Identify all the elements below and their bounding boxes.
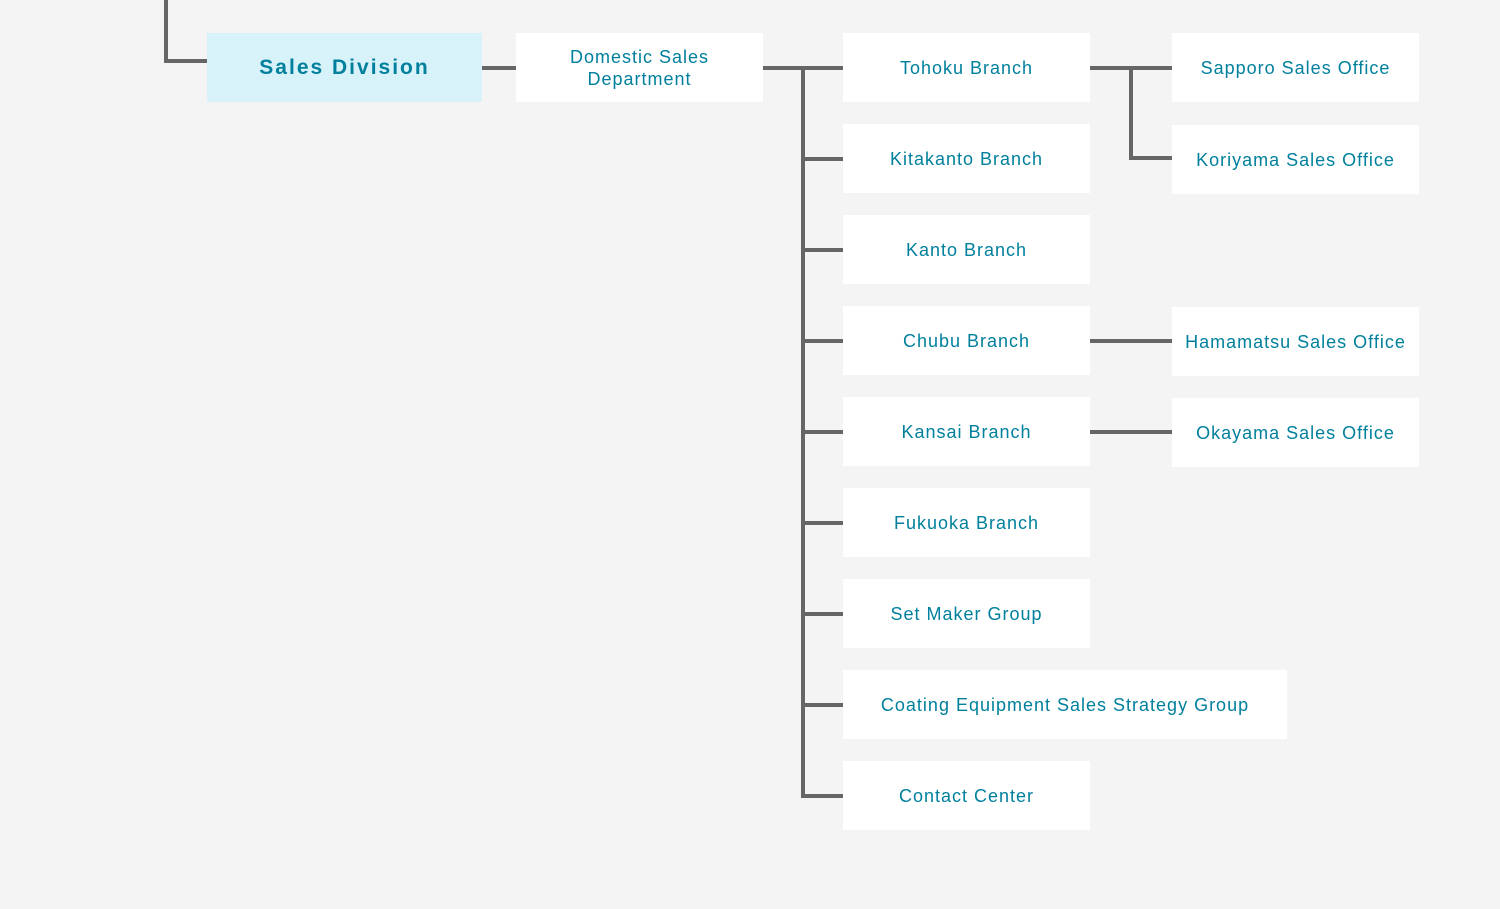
node-label: Contact Center [898,785,1035,806]
node-label: Sales Division [259,55,430,79]
node-fukuoka-branch[interactable]: Fukuoka Branch [843,488,1090,557]
node-kansai-branch[interactable]: Kansai Branch [843,397,1090,466]
connector-line [164,59,207,63]
connector-line [801,339,843,343]
connector-line [1129,156,1172,160]
node-label: Kansai Branch [901,421,1032,442]
node-label: Fukuoka Branch [893,512,1040,533]
connector-line [801,248,843,252]
node-hamamatsu-sales-office[interactable]: Hamamatsu Sales Office [1172,307,1419,376]
node-set-maker-group[interactable]: Set Maker Group [843,579,1090,648]
node-okayama-sales-office[interactable]: Okayama Sales Office [1172,398,1419,467]
node-koriyama-sales-office[interactable]: Koriyama Sales Office [1172,125,1419,194]
connector-line [482,66,516,70]
node-kanto-branch[interactable]: Kanto Branch [843,215,1090,284]
connector-line [164,0,168,63]
connector-line [801,794,843,798]
node-label: Kanto Branch [905,239,1028,260]
connector-line [1129,66,1133,160]
node-label: Hamamatsu Sales Office [1185,331,1406,352]
node-domestic-sales-department[interactable]: Domestic Sales Department [516,33,763,102]
node-label: Okayama Sales Office [1196,422,1395,443]
node-label: Kitakanto Branch [889,148,1044,169]
node-chubu-branch[interactable]: Chubu Branch [843,306,1090,375]
node-label: Tohoku Branch [899,57,1034,78]
node-label: Set Maker Group [890,603,1043,624]
connector-line [801,157,843,161]
connector-line [801,521,843,525]
connector-line [801,703,843,707]
connector-line [801,612,843,616]
connector-line [1090,430,1172,434]
node-kitakanto-branch[interactable]: Kitakanto Branch [843,124,1090,193]
node-label: Sapporo Sales Office [1200,57,1391,78]
connector-line [1090,339,1172,343]
connector-line [801,430,843,434]
node-label: Coating Equipment Sales Strategy Group [880,694,1250,715]
node-label: Koriyama Sales Office [1196,149,1395,170]
node-label: Chubu Branch [902,330,1031,351]
node-sales-division[interactable]: Sales Division [207,33,482,102]
node-tohoku-branch[interactable]: Tohoku Branch [843,33,1090,102]
node-contact-center[interactable]: Contact Center [843,761,1090,830]
node-coating-equipment-sales-strategy-group[interactable]: Coating Equipment Sales Strategy Group [843,670,1287,739]
node-label: Domestic Sales [569,46,710,67]
node-sapporo-sales-office[interactable]: Sapporo Sales Office [1172,33,1419,102]
node-label: Department [587,68,692,89]
